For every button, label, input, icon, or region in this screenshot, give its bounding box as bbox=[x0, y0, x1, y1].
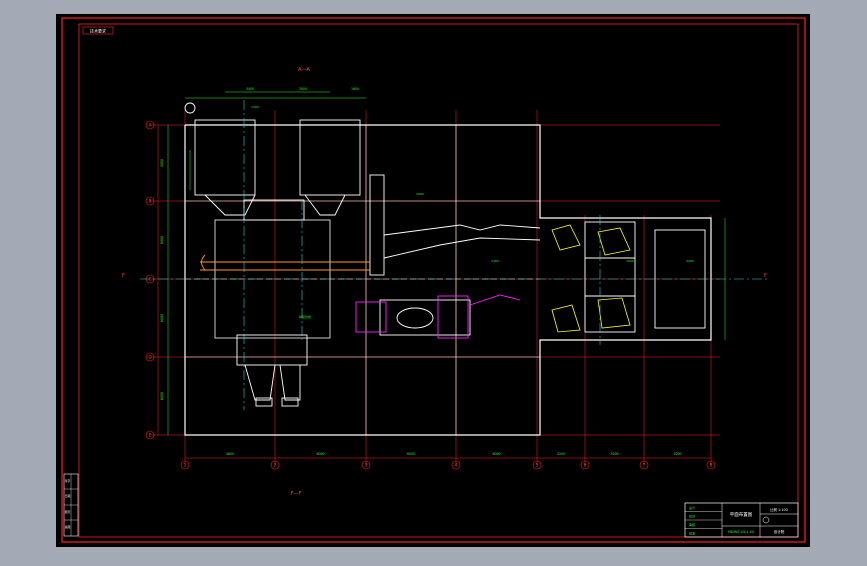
column-axis-label: 7 bbox=[643, 463, 646, 468]
side-stamp-label: 图号 bbox=[65, 510, 71, 514]
column-axis-label: 8 bbox=[710, 463, 713, 468]
drawing-note: 2400 bbox=[491, 259, 499, 263]
row-axis-label: E bbox=[149, 433, 152, 438]
dimension-left: 6000 bbox=[160, 392, 164, 400]
layout-drawing: 技术要求 A—A F—F F F ABCDE 12345678 4800 6000… bbox=[56, 14, 810, 547]
section-mark-right: F bbox=[764, 273, 767, 279]
column-axis-label: 3 bbox=[365, 463, 368, 468]
drawing-note: 焊接管线 bbox=[299, 314, 311, 319]
dimension-bottom: 6000 bbox=[316, 452, 324, 456]
dimension-top: 3400 bbox=[246, 87, 254, 91]
drawing-sheet bbox=[56, 14, 810, 547]
column-axis-label: 4 bbox=[455, 463, 458, 468]
side-stamp-label: 底图 bbox=[65, 525, 71, 529]
column-axis-label: 6 bbox=[584, 463, 587, 468]
dimension-bottom: 6000 bbox=[492, 452, 500, 456]
revision-row-label: 校对 bbox=[689, 514, 695, 519]
drawing-number: HB-WZ-03-1-00 bbox=[728, 530, 754, 534]
dimension-top: 3000 bbox=[299, 87, 307, 91]
drawing-note: 1500 bbox=[626, 259, 634, 263]
dimension-left: 6000 bbox=[160, 314, 164, 322]
drawing-title: 平面布置图 bbox=[730, 511, 753, 518]
column-axis-label: 1 bbox=[184, 463, 187, 468]
section-label-top: A—A bbox=[298, 67, 310, 73]
dimension-left: 3000 bbox=[160, 159, 164, 167]
scale-note: 比例 1:100 bbox=[770, 507, 788, 512]
dimension-bottom: 3200 bbox=[610, 452, 618, 456]
row-axis-label: A bbox=[149, 123, 152, 128]
drawing-note: 1200 bbox=[251, 105, 259, 109]
corner-tag: 技术要求 bbox=[90, 28, 106, 34]
dimension-left: 6000 bbox=[160, 236, 164, 244]
drawing-note: 3000 bbox=[416, 192, 424, 196]
dimension-bottom: 3200 bbox=[557, 452, 565, 456]
dimension-bottom: 6000 bbox=[407, 452, 415, 456]
revision-row-label: 批准 bbox=[689, 531, 695, 536]
drawing-note: 2000 bbox=[686, 259, 694, 263]
dimension-bottom: 3200 bbox=[673, 452, 681, 456]
section-mark-left: F bbox=[122, 273, 125, 279]
revision-row-label: 审核 bbox=[689, 522, 695, 527]
company-name: 设计院 bbox=[774, 529, 785, 534]
column-axis-label: 5 bbox=[536, 463, 539, 468]
dimension-bottom: 4800 bbox=[226, 452, 234, 456]
side-stamp-label: 签字 bbox=[65, 479, 71, 483]
row-axis-label: D bbox=[148, 355, 151, 360]
cad-viewport: 技术要求 A—A F—F F F ABCDE 12345678 4800 6000… bbox=[0, 0, 867, 562]
side-stamp-label: 日期 bbox=[65, 494, 71, 498]
column-axis-label: 2 bbox=[274, 463, 277, 468]
revision-row-label: 设计 bbox=[689, 505, 695, 510]
section-label-bottom: F—F bbox=[291, 491, 302, 497]
dimension-top: 1600 bbox=[351, 87, 359, 91]
row-axis-label: B bbox=[149, 199, 152, 204]
